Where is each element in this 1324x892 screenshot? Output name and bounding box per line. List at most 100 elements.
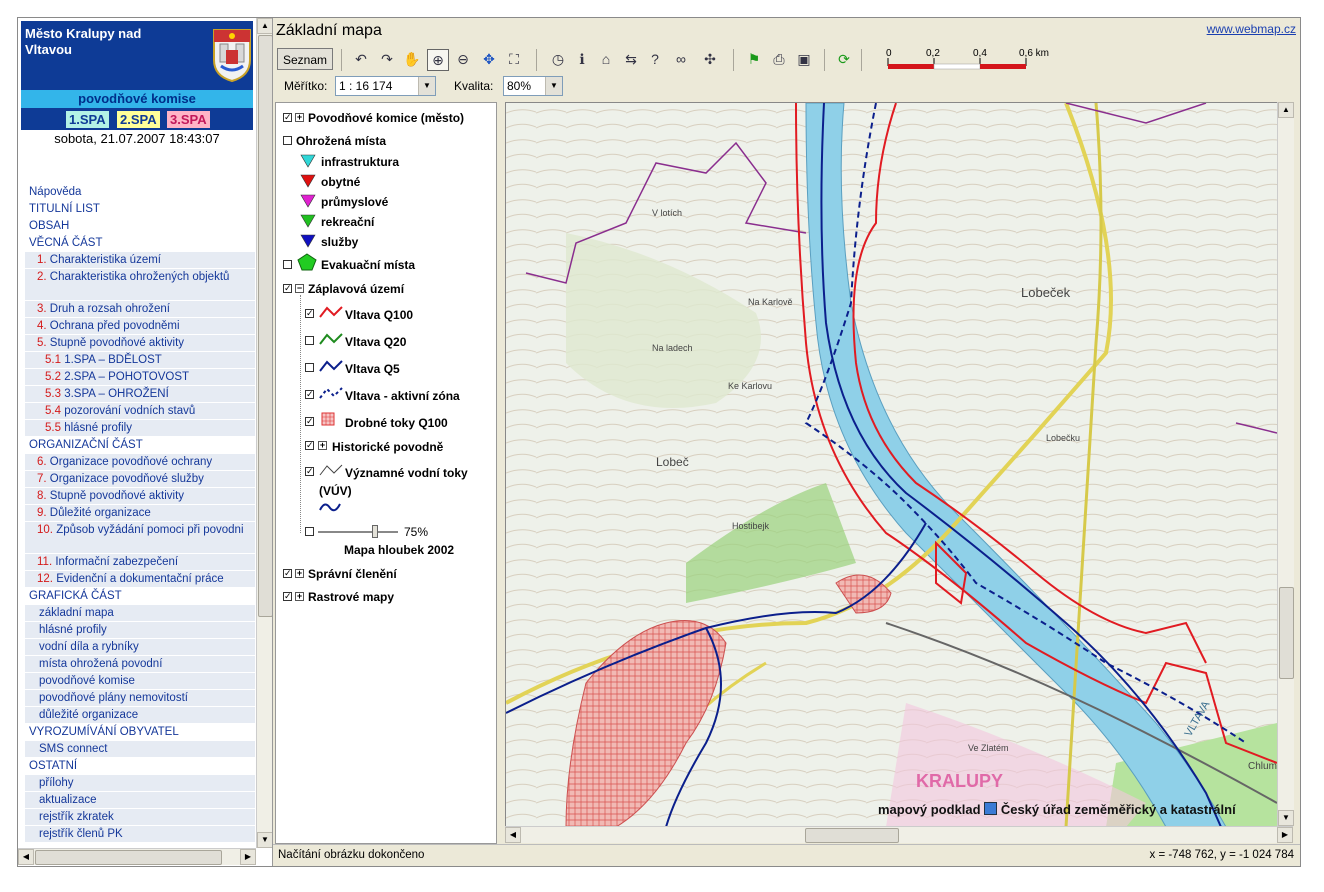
map-horizontal-scrollbar[interactable]: ◀ ▶ [505, 826, 1293, 843]
nav-item[interactable]: 5. Stupně povodňové aktivity [25, 335, 255, 352]
layer-checkbox[interactable] [283, 260, 292, 269]
layer-vltava-q5[interactable]: Vltava Q5 [345, 362, 400, 376]
layer-rastrove-mapy[interactable]: Rastrové mapy [308, 590, 394, 604]
zoom-in-icon[interactable]: ⊕ [427, 49, 449, 71]
nav-item[interactable]: 7. Organizace povodňové služby [25, 471, 255, 488]
scroll-up-icon[interactable]: ▲ [1278, 102, 1294, 118]
nav-item[interactable]: VĚCNÁ ČÁST [25, 235, 255, 252]
threat-item-label[interactable]: služby [321, 235, 358, 249]
nav-item[interactable]: důležité organizace [25, 707, 255, 724]
binoculars-find-icon[interactable]: ∞ [671, 49, 691, 69]
nav-item[interactable]: SMS connect [25, 741, 255, 758]
print-icon[interactable]: ⎙ [769, 49, 789, 69]
nav-item[interactable]: 5.2 2.SPA – POHOTOVOST [25, 369, 255, 386]
layer-vltava-q20[interactable]: Vltava Q20 [345, 335, 406, 349]
map-canvas[interactable] [506, 103, 1277, 827]
layer-checkbox[interactable]: ✓ [305, 417, 314, 426]
layer-switch-icon[interactable]: ⇆ [621, 49, 641, 69]
refresh-icon[interactable]: ⟳ [834, 49, 854, 69]
scale-select[interactable]: 1 : 16 174 ▼ [335, 76, 436, 96]
layer-historicke-povodne[interactable]: Historické povodně [332, 440, 443, 454]
layer-spravni-cleneni[interactable]: Správní členění [308, 567, 397, 581]
help-icon[interactable]: ? [645, 49, 665, 69]
layer-checkbox[interactable]: ✓ [305, 441, 314, 450]
scroll-thumb[interactable] [1279, 587, 1294, 679]
opacity-slider-handle[interactable] [372, 525, 378, 538]
map-viewport[interactable]: Lobeček Lobeč Na ladech Na Karlově Hostibejk… [505, 102, 1278, 828]
scroll-thumb[interactable] [258, 35, 272, 617]
layer-checkbox[interactable] [305, 527, 314, 536]
chevron-down-icon[interactable]: ▼ [418, 77, 435, 95]
scroll-down-icon[interactable]: ▼ [1278, 810, 1294, 826]
layer-checkbox[interactable]: ✓ [305, 467, 314, 476]
layer-checkbox[interactable]: ✓ [283, 569, 292, 578]
spa-2-badge[interactable]: 2.SPA [117, 111, 160, 128]
layer-mapa-hloubek[interactable]: Mapa hloubek 2002 [344, 543, 454, 557]
nav-item[interactable]: hlásné profily [25, 622, 255, 639]
layer-vyznamne-vodni-toky[interactable]: Významné vodní toky [345, 466, 468, 480]
threat-item-label[interactable]: rekreační [321, 215, 374, 229]
nav-item[interactable]: 10. Způsob vyžádání pomoci při povodni [25, 522, 255, 554]
nav-item[interactable]: OBSAH [25, 218, 255, 235]
nav-item[interactable]: Nápověda [25, 184, 255, 201]
zoom-to-next-icon[interactable]: ↷ [377, 49, 397, 69]
nav-item[interactable]: rejstřík členů PK [25, 826, 255, 843]
nav-item[interactable]: 6. Organizace povodňové ochrany [25, 454, 255, 471]
threat-item-label[interactable]: infrastruktura [321, 155, 399, 169]
nav-item[interactable]: povodňové komise [25, 673, 255, 690]
scroll-thumb[interactable] [35, 850, 222, 865]
scroll-thumb[interactable] [805, 828, 899, 843]
nav-item[interactable]: 9. Důležité organizace [25, 505, 255, 522]
nav-item[interactable]: 11. Informační zabezpečení [25, 554, 255, 571]
webmap-link[interactable]: www.webmap.cz [1207, 22, 1296, 36]
nav-item[interactable]: 1. Charakteristika území [25, 252, 255, 269]
nav-item[interactable]: místa ohrožená povodní [25, 656, 255, 673]
nav-item[interactable]: TITULNÍ LIST [25, 201, 255, 218]
nav-item[interactable]: VYROZUMÍVÁNÍ OBYVATEL [25, 724, 255, 741]
nav-item[interactable]: GRAFICKÁ ČÁST [25, 588, 255, 605]
layer-checkbox[interactable]: ✓ [283, 113, 292, 122]
info-icon[interactable]: ℹ [572, 49, 592, 69]
left-vertical-scrollbar[interactable]: ▲ ▼ [256, 18, 272, 848]
save-icon[interactable]: ▣ [794, 49, 814, 69]
nav-item[interactable]: 5.3 3.SPA – OHROŽENÍ [25, 386, 255, 403]
nav-item[interactable]: aktualizace [25, 792, 255, 809]
left-horizontal-scrollbar[interactable]: ◀ ▶ [18, 848, 256, 865]
nav-item[interactable]: vodní díla a rybníky [25, 639, 255, 656]
collapse-minus-icon[interactable]: − [295, 284, 304, 293]
nav-item[interactable]: přílohy [25, 775, 255, 792]
threat-item-label[interactable]: obytné [321, 175, 360, 189]
opacity-slider-track[interactable] [318, 531, 398, 533]
layer-checkbox[interactable] [305, 363, 314, 372]
nav-item[interactable]: povodňové plány nemovitostí [25, 690, 255, 707]
scroll-down-icon[interactable]: ▼ [257, 832, 272, 848]
layer-checkbox[interactable] [283, 136, 292, 145]
zoom-out-icon[interactable]: ⊖ [453, 49, 473, 69]
layer-povodnove-komise[interactable]: Povodňové komice (město) [308, 111, 464, 125]
nav-item[interactable]: 2. Charakteristika ohrožených objektů [25, 269, 255, 301]
map-vertical-scrollbar[interactable]: ▲ ▼ [1277, 102, 1294, 826]
layer-evakuacni-mista[interactable]: Evakuační místa [321, 258, 415, 272]
scroll-right-icon[interactable]: ▶ [1277, 827, 1293, 843]
nav-item[interactable]: 4. Ochrana před povodněmi [25, 318, 255, 335]
list-button[interactable]: Seznam [277, 48, 333, 70]
quality-select[interactable]: 80% ▼ [503, 76, 563, 96]
measure-icon[interactable]: ◷ [548, 49, 568, 69]
expand-plus-icon[interactable]: + [295, 113, 304, 122]
pan-hand-icon[interactable]: ✋ [402, 49, 422, 69]
chevron-down-icon[interactable]: ▼ [545, 77, 562, 95]
nav-item[interactable]: 3. Druh a rozsah ohrožení [25, 301, 255, 318]
nav-item[interactable]: OSTATNÍ [25, 758, 255, 775]
expand-plus-icon[interactable]: + [295, 592, 304, 601]
layer-checkbox[interactable]: ✓ [283, 284, 292, 293]
layer-checkbox[interactable]: ✓ [305, 390, 314, 399]
layer-checkbox[interactable] [305, 336, 314, 345]
scroll-right-icon[interactable]: ▶ [240, 849, 256, 865]
scroll-left-icon[interactable]: ◀ [505, 827, 521, 843]
nav-item[interactable]: 12. Evidenční a dokumentační práce [25, 571, 255, 588]
flag-icon[interactable]: ⚑ [744, 49, 764, 69]
expand-plus-icon[interactable]: + [295, 569, 304, 578]
nav-item[interactable]: 5.1 1.SPA – BDĚLOST [25, 352, 255, 369]
scroll-left-icon[interactable]: ◀ [18, 849, 34, 865]
spa-3-badge[interactable]: 3.SPA [167, 111, 210, 128]
